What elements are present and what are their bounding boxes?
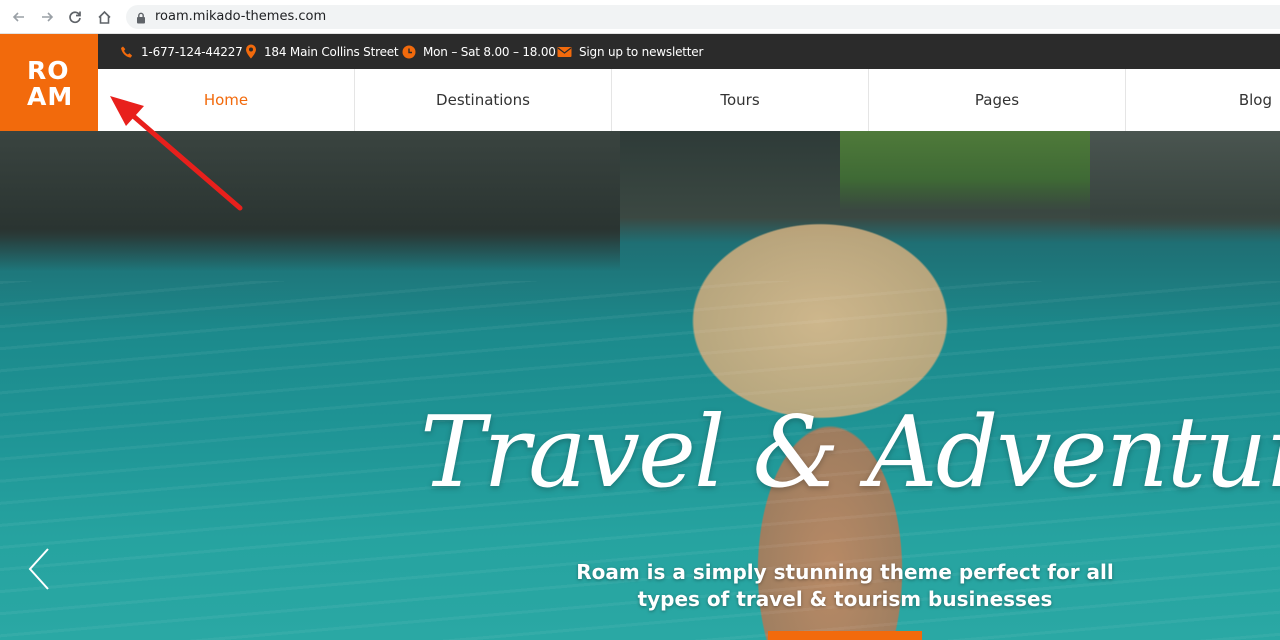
logo-line-1: RO bbox=[27, 56, 70, 85]
address-text: 184 Main Collins Street bbox=[264, 44, 399, 59]
hours-text: Mon – Sat 8.00 – 18.00 bbox=[423, 44, 556, 59]
phone-info[interactable]: 1-677-124-44227 bbox=[120, 34, 243, 69]
lock-icon bbox=[136, 11, 146, 29]
phone-text: 1-677-124-44227 bbox=[141, 44, 243, 59]
arrow-right-icon[interactable] bbox=[37, 7, 57, 27]
arrow-left-icon[interactable] bbox=[9, 7, 29, 27]
nav-item-blog[interactable]: Blog bbox=[1126, 69, 1280, 131]
home-icon[interactable] bbox=[94, 7, 114, 27]
hero-subtitle-line-1: Roam is a simply stunning theme perfect … bbox=[576, 560, 1114, 584]
annotation-arrow-icon bbox=[110, 96, 243, 211]
phone-icon bbox=[121, 46, 133, 58]
nav-item-destinations[interactable]: Destinations bbox=[355, 69, 612, 131]
url-text: roam.mikado-themes.com bbox=[155, 9, 327, 24]
hero-cta-button[interactable] bbox=[768, 631, 922, 640]
main-navigation: Home Destinations Tours Pages Blog bbox=[98, 69, 1280, 131]
hero-background-foliage bbox=[840, 131, 1100, 211]
nav-item-tours[interactable]: Tours bbox=[612, 69, 869, 131]
reload-icon[interactable] bbox=[65, 7, 85, 27]
hero-background-cliff-right bbox=[1090, 131, 1280, 231]
browser-toolbar: roam.mikado-themes.com bbox=[0, 0, 1280, 34]
hours-info: Mon – Sat 8.00 – 18.00 bbox=[402, 34, 556, 69]
site-logo[interactable]: RO AM bbox=[0, 34, 98, 131]
logo-line-2: AM bbox=[27, 82, 74, 111]
hero-background-cliff bbox=[0, 131, 620, 271]
clock-icon bbox=[402, 45, 416, 58]
address-info[interactable]: 184 Main Collins Street bbox=[245, 34, 399, 69]
hero-subtitle: Roam is a simply stunning theme perfect … bbox=[560, 559, 1130, 613]
nav-item-pages[interactable]: Pages bbox=[869, 69, 1126, 131]
hero-title: Travel & Adventure bbox=[420, 396, 1280, 510]
newsletter-link[interactable]: Sign up to newsletter bbox=[557, 34, 703, 69]
hero-subtitle-line-2: types of travel & tourism businesses bbox=[637, 587, 1053, 611]
map-pin-icon bbox=[246, 44, 256, 59]
top-info-bar: 1-677-124-44227 184 Main Collins Street … bbox=[98, 34, 1280, 69]
chevron-left-icon[interactable] bbox=[26, 547, 52, 591]
address-bar[interactable]: roam.mikado-themes.com bbox=[126, 5, 1280, 29]
newsletter-text: Sign up to newsletter bbox=[579, 44, 704, 59]
envelope-icon bbox=[557, 46, 572, 57]
